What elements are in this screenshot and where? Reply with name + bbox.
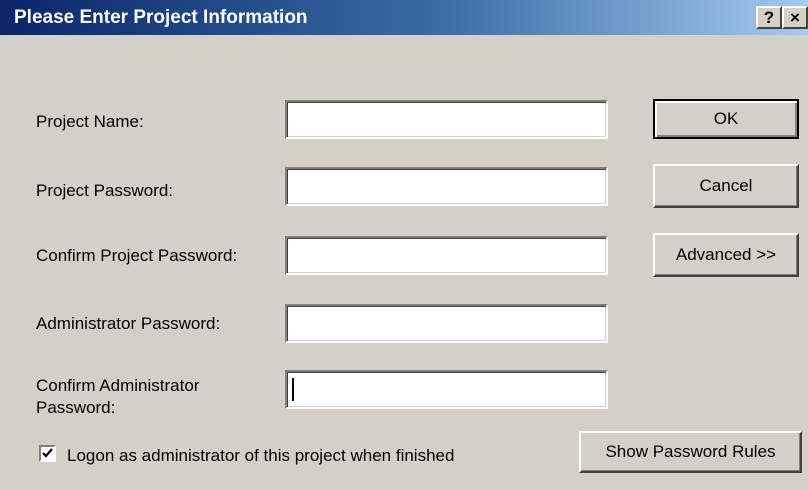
text-caret	[292, 378, 294, 401]
confirm-administrator-password-label-line1: Confirm Administrator	[36, 376, 200, 395]
close-button[interactable]: ×	[782, 6, 808, 29]
administrator-password-input[interactable]	[285, 304, 608, 343]
project-password-label: Project Password:	[36, 181, 173, 200]
confirm-project-password-label: Confirm Project Password:	[36, 246, 238, 265]
dialog-titlebar[interactable]: Please Enter Project Information ? ×	[0, 0, 808, 35]
confirm-administrator-password-input[interactable]	[285, 370, 608, 409]
logon-as-administrator-checkbox[interactable]	[39, 445, 56, 462]
project-password-input[interactable]	[285, 167, 608, 206]
cancel-button[interactable]: Cancel	[653, 164, 799, 208]
confirm-administrator-password-label-line2: Password:	[36, 398, 116, 417]
confirm-project-password-input[interactable]	[285, 236, 608, 275]
advanced-button[interactable]: Advanced >>	[653, 233, 799, 277]
logon-as-administrator-label[interactable]: Logon as administrator of this project w…	[67, 445, 454, 466]
checkmark-icon	[42, 448, 53, 458]
dialog-title: Please Enter Project Information	[14, 7, 308, 28]
project-name-input[interactable]	[285, 100, 608, 139]
administrator-password-label: Administrator Password:	[36, 314, 221, 333]
help-button[interactable]: ?	[756, 6, 782, 29]
show-password-rules-button[interactable]: Show Password Rules	[579, 431, 802, 473]
project-name-label: Project Name:	[36, 112, 144, 131]
ok-button[interactable]: OK	[653, 99, 799, 139]
